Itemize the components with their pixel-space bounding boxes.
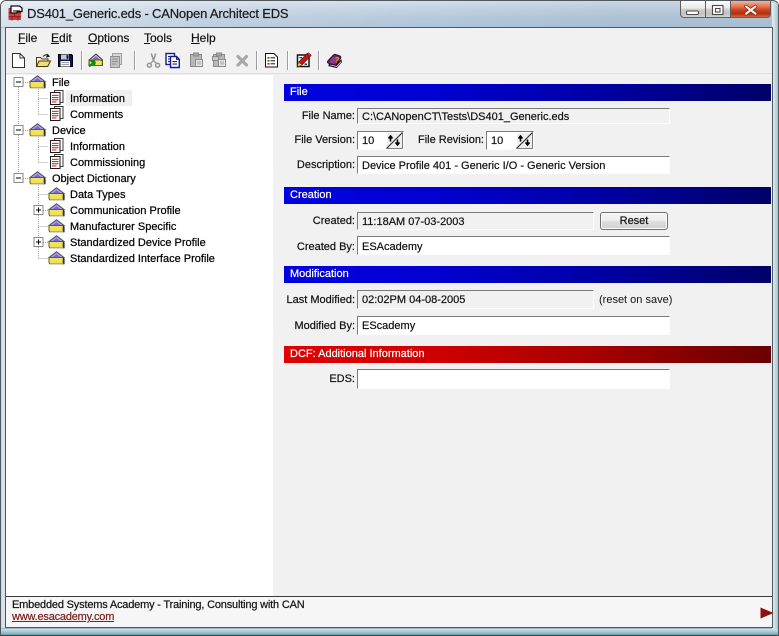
svg-text:Communication Profile: Communication Profile xyxy=(70,205,181,217)
svg-text:Information: Information xyxy=(70,93,125,105)
svg-text:Standardized Interface Profile: Standardized Interface Profile xyxy=(70,253,215,265)
svg-text:File: File xyxy=(52,77,70,89)
svg-text:Information: Information xyxy=(70,141,125,153)
svg-text:Manufacturer Specific: Manufacturer Specific xyxy=(70,221,177,233)
svg-text:Object Dictionary: Object Dictionary xyxy=(52,173,136,185)
svg-text:Commissioning: Commissioning xyxy=(70,157,145,169)
svg-text:Comments: Comments xyxy=(70,109,124,121)
svg-text:Standardized Device Profile: Standardized Device Profile xyxy=(70,237,206,249)
svg-text:Data Types: Data Types xyxy=(70,189,126,201)
svg-text:Device: Device xyxy=(52,125,86,137)
